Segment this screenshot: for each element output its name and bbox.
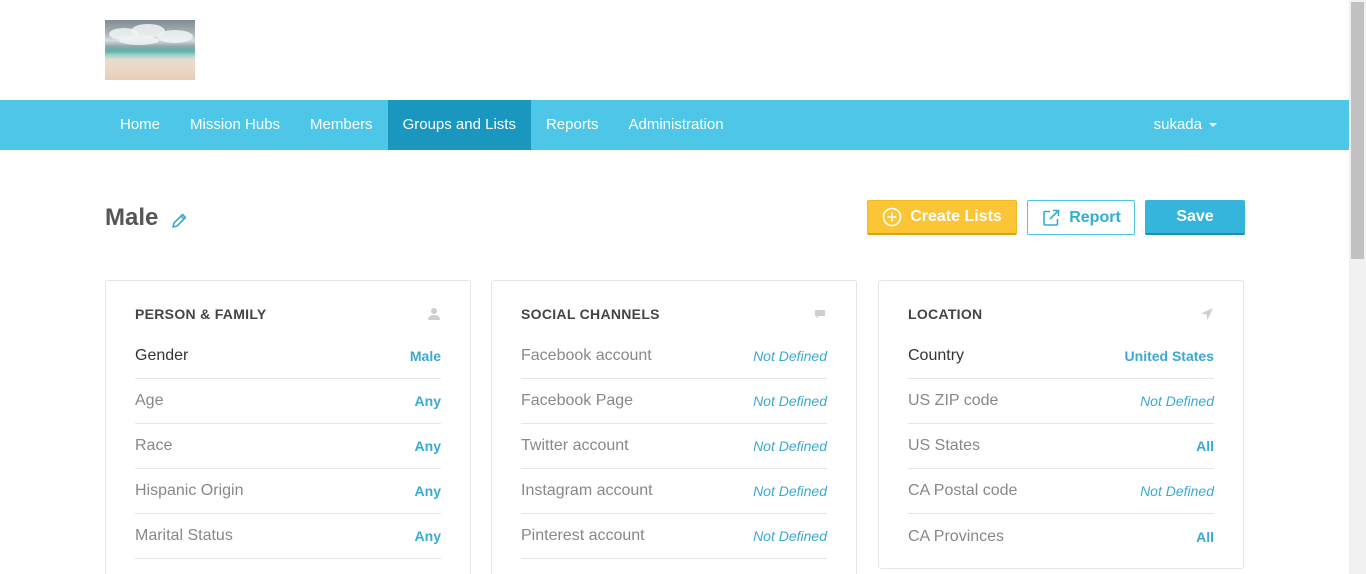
row-value[interactable]: All [1196,438,1214,454]
user-name: sukada [1153,116,1202,133]
row-value[interactable]: Not Defined [753,438,827,454]
row-label: Country [908,347,965,364]
external-link-icon [1041,208,1061,228]
save-button[interactable]: Save [1145,200,1245,235]
report-label: Report [1069,208,1121,226]
filter-row-ca-postal-code: CA Postal code Not Defined [908,469,1214,514]
row-value[interactable]: Male [410,348,441,364]
plus-circle-icon [882,207,902,227]
row-label: Pinterest account [521,527,645,544]
row-label: Gender [135,347,189,364]
page-title: Male [105,204,159,231]
row-value[interactable]: Not Defined [753,348,827,364]
row-label: Age [135,392,164,409]
filter-row-facebook-page: Facebook Page Not Defined [521,379,827,424]
row-value[interactable]: Not Defined [753,393,827,409]
location-card: LOCATION Country United States US ZIP co… [878,280,1244,569]
row-label: Hispanic Origin [135,482,244,499]
row-value[interactable]: Not Defined [753,528,827,544]
card-title: LOCATION [908,306,983,322]
nav-item-reports[interactable]: Reports [531,100,614,150]
filter-row-instagram-account: Instagram account Not Defined [521,469,827,514]
nav-item-administration[interactable]: Administration [614,100,739,150]
nav-menu: Home Mission Hubs Members Groups and Lis… [105,100,739,150]
filter-row-marital-status: Marital Status Any [135,514,441,559]
row-label: Twitter account [521,437,629,454]
nav-item-home[interactable]: Home [105,100,175,150]
row-value[interactable]: Not Defined [1140,393,1214,409]
row-value[interactable]: Not Defined [753,483,827,499]
filter-row-us-states: US States All [908,424,1214,469]
filter-row-us-zip-code: US ZIP code Not Defined [908,379,1214,424]
card-title: SOCIAL CHANNELS [521,306,660,322]
row-label: Race [135,437,173,454]
top-navbar: Home Mission Hubs Members Groups and Lis… [0,100,1349,150]
user-icon [427,307,441,321]
caret-down-icon [1209,123,1217,127]
filter-row-gender: Gender Male [135,334,441,379]
row-label: Marital Status [135,527,233,544]
save-label: Save [1176,207,1214,225]
filter-row-twitter-account: Twitter account Not Defined [521,424,827,469]
row-value[interactable]: United States [1125,348,1214,364]
person-family-card: PERSON & FAMILY Gender Male Age Any Race… [105,280,471,574]
page: Home Mission Hubs Members Groups and Lis… [0,0,1366,574]
nav-item-members[interactable]: Members [295,100,388,150]
filter-row-pinterest-account: Pinterest account Not Defined [521,514,827,559]
row-value[interactable]: Any [415,438,441,454]
row-value[interactable]: Any [415,393,441,409]
filter-row-race: Race Any [135,424,441,469]
row-label: US States [908,437,981,454]
row-label: Instagram account [521,482,653,499]
nav-item-groups-and-lists[interactable]: Groups and Lists [387,100,531,150]
create-lists-label: Create Lists [910,208,1002,225]
filter-row-facebook-account: Facebook account Not Defined [521,334,827,379]
row-label: CA Postal code [908,482,1018,499]
nav-item-mission-hubs[interactable]: Mission Hubs [175,100,295,150]
chat-bubble-icon [813,307,827,321]
row-value[interactable]: Any [415,528,441,544]
row-label: US ZIP code [908,392,999,409]
user-menu-dropdown[interactable]: sukada [1154,100,1217,150]
create-lists-button[interactable]: Create Lists [867,200,1017,235]
report-button[interactable]: Report [1027,200,1135,235]
page-title-row: Male [105,204,188,232]
location-arrow-icon [1200,307,1214,321]
scrollbar-thumb[interactable] [1351,2,1364,259]
row-label: Facebook Page [521,392,634,409]
row-label: CA Provinces [908,527,1005,545]
page-scrollbar[interactable] [1349,0,1366,574]
card-title: PERSON & FAMILY [135,306,267,322]
row-value[interactable]: Not Defined [1140,483,1214,499]
logo-image[interactable] [105,20,195,80]
row-value[interactable]: All [1196,529,1214,545]
row-value[interactable]: Any [415,483,441,499]
filter-row-ca-provinces: CA Provinces All [908,514,1214,559]
row-label: Facebook account [521,347,652,364]
filter-row-age: Age Any [135,379,441,424]
pencil-edit-icon[interactable] [170,209,188,228]
social-channels-card: SOCIAL CHANNELS Facebook account Not Def… [491,280,857,574]
filter-row-country: Country United States [908,334,1214,379]
filter-row-hispanic-origin: Hispanic Origin Any [135,469,441,514]
